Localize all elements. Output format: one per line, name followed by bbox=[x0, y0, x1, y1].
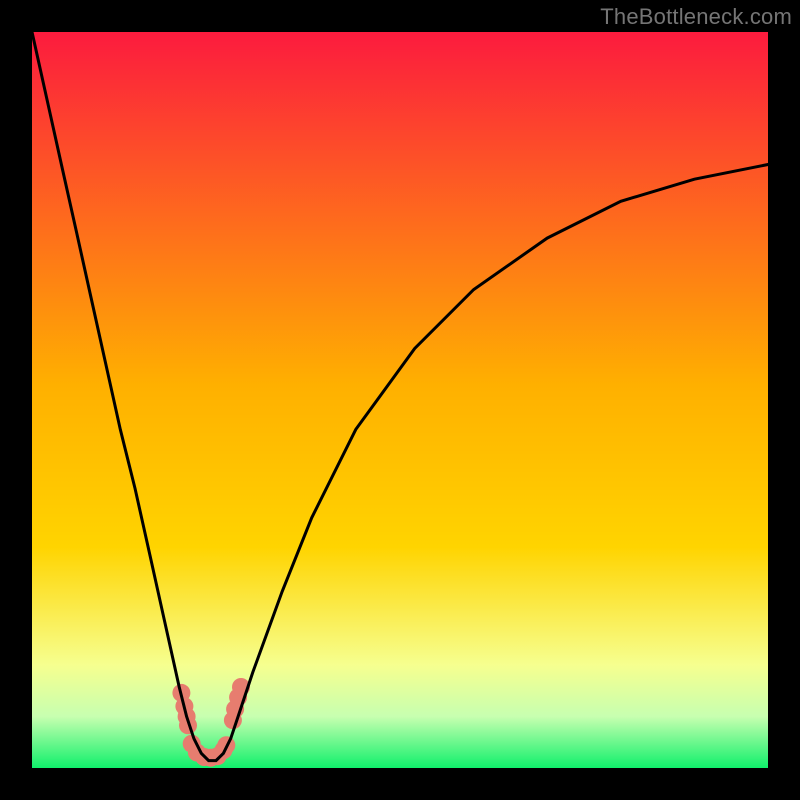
chart-root: TheBottleneck.com bbox=[0, 0, 800, 800]
chart-svg bbox=[0, 0, 800, 800]
watermark: TheBottleneck.com bbox=[600, 4, 792, 30]
plot-background bbox=[32, 32, 768, 768]
